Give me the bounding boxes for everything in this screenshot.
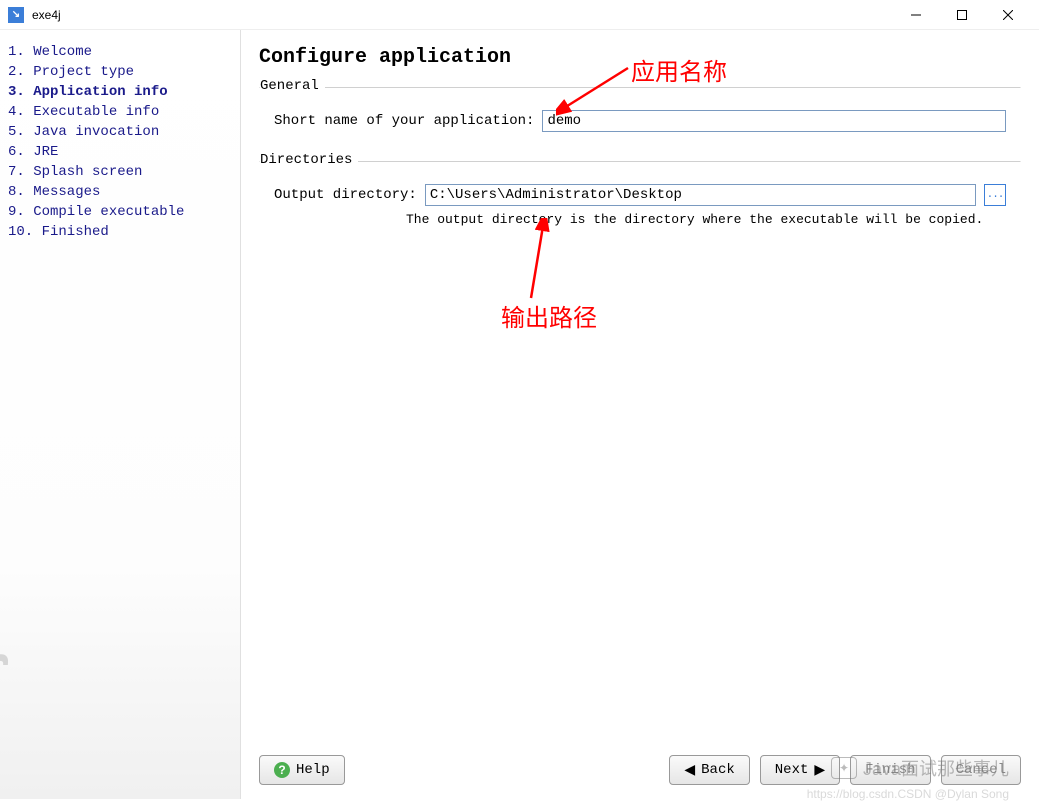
button-bar: ? Help ◀ Back Next ▶ Finish Cancel — [259, 755, 1021, 785]
finish-button[interactable]: Finish — [850, 755, 930, 785]
sidebar-item-6[interactable]: 7. Splash screen — [8, 162, 232, 182]
output-dir-input[interactable] — [425, 184, 976, 206]
short-name-label: Short name of your application: — [274, 113, 534, 129]
arrow-right-icon: ▶ — [814, 762, 825, 779]
sidebar-item-5[interactable]: 6. JRE — [8, 142, 232, 162]
general-group: General Short name of your application: — [259, 87, 1021, 147]
window-controls — [893, 0, 1031, 30]
next-button-label: Next — [775, 762, 809, 778]
help-button-label: Help — [296, 762, 330, 778]
sidebar-item-9[interactable]: 10. Finished — [8, 222, 232, 242]
app-icon: ↘ — [8, 7, 24, 23]
output-dir-help: The output directory is the directory wh… — [274, 212, 1006, 227]
next-button[interactable]: Next ▶ — [760, 755, 840, 785]
content: 1. Welcome2. Project type3. Application … — [0, 30, 1039, 799]
directories-legend: Directories — [260, 152, 358, 168]
arrow-left-icon: ◀ — [684, 762, 695, 779]
back-button[interactable]: ◀ Back — [669, 755, 749, 785]
sidebar-item-0[interactable]: 1. Welcome — [8, 42, 232, 62]
sidebar-item-8[interactable]: 9. Compile executable — [8, 202, 232, 222]
titlebar: ↘ exe4j — [0, 0, 1039, 30]
sidebar-item-3[interactable]: 4. Executable info — [8, 102, 232, 122]
sidebar-item-4[interactable]: 5. Java invocation — [8, 122, 232, 142]
cancel-button[interactable]: Cancel — [941, 755, 1021, 785]
browse-button[interactable]: ... — [984, 184, 1006, 206]
output-dir-label: Output directory: — [274, 187, 417, 203]
minimize-button[interactable] — [893, 0, 939, 30]
maximize-button[interactable] — [939, 0, 985, 30]
main-panel: Configure application General Short name… — [240, 30, 1039, 799]
sidebar-watermark: exe4j — [0, 649, 10, 779]
help-button[interactable]: ? Help — [259, 755, 345, 785]
annotation-output-path: 输出路径 — [501, 298, 597, 333]
sidebar-item-1[interactable]: 2. Project type — [8, 62, 232, 82]
page-title: Configure application — [259, 40, 1021, 69]
directories-group: Directories Output directory: ... The ou… — [259, 161, 1021, 242]
sidebar-item-2[interactable]: 3. Application info — [8, 82, 232, 102]
window-title: exe4j — [32, 8, 893, 22]
sidebar-item-7[interactable]: 8. Messages — [8, 182, 232, 202]
finish-button-label: Finish — [865, 762, 915, 778]
short-name-input[interactable] — [542, 110, 1006, 132]
help-icon: ? — [274, 762, 290, 778]
sidebar: 1. Welcome2. Project type3. Application … — [0, 30, 240, 799]
cancel-button-label: Cancel — [956, 762, 1006, 778]
general-legend: General — [260, 78, 325, 94]
back-button-label: Back — [701, 762, 735, 778]
close-button[interactable] — [985, 0, 1031, 30]
